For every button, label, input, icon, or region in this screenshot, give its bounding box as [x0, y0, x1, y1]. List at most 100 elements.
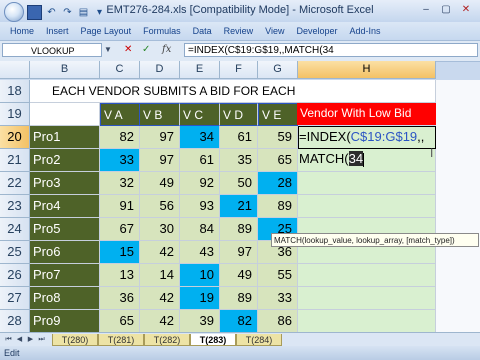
product-cell[interactable]: Pro2 [30, 149, 100, 172]
column-header-g[interactable]: G [258, 61, 298, 79]
insert-function-icon[interactable]: fx [162, 44, 171, 55]
sheet-title-cell[interactable]: EACH VENDOR SUBMITS A BID FOR EACH PRODU… [30, 80, 300, 120]
bid-cell[interactable]: 97 [220, 241, 258, 264]
bid-cell[interactable]: 59 [258, 126, 298, 149]
product-cell[interactable]: Pro5 [30, 218, 100, 241]
cell-h18[interactable] [298, 80, 436, 103]
low-bid-cell[interactable]: 10 [180, 264, 220, 287]
bid-cell[interactable]: 14 [140, 264, 180, 287]
bid-cell[interactable]: 65 [100, 310, 140, 333]
column-header-b[interactable]: B [30, 61, 100, 79]
vendor-header-e[interactable]: V E [258, 103, 298, 126]
bid-cell[interactable]: 82 [100, 126, 140, 149]
minimize-icon[interactable]: – [416, 2, 436, 17]
bid-cell[interactable]: 65 [258, 149, 298, 172]
bid-cell[interactable]: 43 [180, 241, 220, 264]
low-bid-cell[interactable]: 82 [220, 310, 258, 333]
in-cell-editor[interactable]: =INDEX(C$19:G$19,, MATCH(34 [299, 126, 424, 170]
bid-cell[interactable]: 13 [100, 264, 140, 287]
bid-cell[interactable]: 61 [180, 149, 220, 172]
bid-cell[interactable]: 30 [140, 218, 180, 241]
grid-empty-area[interactable] [436, 80, 480, 332]
tab-page-layout[interactable]: Page Layout [75, 26, 138, 36]
bid-cell[interactable]: 42 [140, 310, 180, 333]
cancel-icon[interactable]: ✕ [124, 44, 132, 55]
row-header-25[interactable]: 25 [0, 241, 30, 264]
sheet-tab-t280[interactable]: T(280) [52, 334, 98, 346]
column-header-c[interactable]: C [100, 61, 140, 79]
bid-cell[interactable]: 36 [100, 287, 140, 310]
column-header-f[interactable]: F [220, 61, 258, 79]
bid-cell[interactable]: 86 [258, 310, 298, 333]
tab-developer[interactable]: Developer [290, 26, 343, 36]
bid-cell[interactable]: 33 [258, 287, 298, 310]
enter-icon[interactable]: ✓ [142, 44, 150, 55]
row-header-22[interactable]: 22 [0, 172, 30, 195]
low-bid-cell[interactable]: 19 [180, 287, 220, 310]
row-header-24[interactable]: 24 [0, 218, 30, 241]
bid-cell[interactable]: 39 [180, 310, 220, 333]
maximize-icon[interactable]: ▢ [436, 2, 456, 17]
column-header-h[interactable]: H [298, 61, 436, 79]
vendor-header-d[interactable]: V D [220, 103, 258, 126]
bid-cell[interactable]: 89 [220, 287, 258, 310]
sheet-tab-t282[interactable]: T(282) [144, 334, 190, 346]
prev-sheet-icon[interactable]: ◀ [15, 335, 24, 345]
low-bid-cell[interactable]: 28 [258, 172, 298, 195]
low-bid-cell[interactable]: 15 [100, 241, 140, 264]
tab-formulas[interactable]: Formulas [137, 26, 187, 36]
name-box[interactable]: VLOOKUP [2, 43, 102, 57]
bid-cell[interactable]: 84 [180, 218, 220, 241]
bid-cell[interactable]: 56 [140, 195, 180, 218]
vendor-header-a[interactable]: V A [100, 103, 140, 126]
tab-add-ins[interactable]: Add-Ins [344, 26, 387, 36]
vendor-header-b[interactable]: V B [140, 103, 180, 126]
product-cell[interactable]: Pro9 [30, 310, 100, 333]
bid-cell[interactable]: 89 [220, 218, 258, 241]
bid-cell[interactable]: 35 [220, 149, 258, 172]
close-icon[interactable]: ✕ [456, 2, 476, 17]
bid-cell[interactable]: 61 [220, 126, 258, 149]
tab-home[interactable]: Home [0, 26, 40, 36]
bid-cell[interactable]: 32 [100, 172, 140, 195]
tab-insert[interactable]: Insert [40, 26, 75, 36]
row-header-20[interactable]: 20 [0, 126, 30, 149]
tab-view[interactable]: View [259, 26, 290, 36]
tab-review[interactable]: Review [218, 26, 260, 36]
bid-cell[interactable]: 50 [220, 172, 258, 195]
product-cell[interactable]: Pro7 [30, 264, 100, 287]
row-header-23[interactable]: 23 [0, 195, 30, 218]
result-cell[interactable] [298, 172, 436, 195]
sheet-tab-t281[interactable]: T(281) [98, 334, 144, 346]
sheet-tab-t284[interactable]: T(284) [236, 334, 282, 346]
bid-cell[interactable]: 42 [140, 287, 180, 310]
bid-cell[interactable]: 93 [180, 195, 220, 218]
column-header-e[interactable]: E [180, 61, 220, 79]
bid-cell[interactable]: 97 [140, 149, 180, 172]
last-sheet-icon[interactable]: ⏭ [37, 335, 46, 345]
low-bid-cell[interactable]: 34 [180, 126, 220, 149]
first-sheet-icon[interactable]: ⏮ [4, 335, 13, 345]
result-cell[interactable] [298, 195, 436, 218]
bid-cell[interactable]: 67 [100, 218, 140, 241]
result-cell[interactable] [298, 310, 436, 333]
tab-data[interactable]: Data [187, 26, 218, 36]
bid-cell[interactable]: 49 [220, 264, 258, 287]
vendor-header-c[interactable]: V C [180, 103, 220, 126]
row-header-26[interactable]: 26 [0, 264, 30, 287]
bid-cell[interactable]: 91 [100, 195, 140, 218]
bid-cell[interactable]: 55 [258, 264, 298, 287]
row-header-28[interactable]: 28 [0, 310, 30, 333]
row-header-21[interactable]: 21 [0, 149, 30, 172]
bid-cell[interactable]: 92 [180, 172, 220, 195]
product-cell[interactable]: Pro4 [30, 195, 100, 218]
low-bid-cell[interactable]: 33 [100, 149, 140, 172]
bid-cell[interactable]: 97 [140, 126, 180, 149]
formula-input[interactable]: =INDEX(C$19:G$19,,MATCH(34 [184, 43, 478, 57]
bid-cell[interactable]: 89 [258, 195, 298, 218]
sheet-tab-t283[interactable]: T(283) [190, 334, 236, 346]
cell-b19[interactable] [30, 103, 100, 126]
bid-cell[interactable]: 42 [140, 241, 180, 264]
column-header-d[interactable]: D [140, 61, 180, 79]
low-bid-cell[interactable]: 21 [220, 195, 258, 218]
